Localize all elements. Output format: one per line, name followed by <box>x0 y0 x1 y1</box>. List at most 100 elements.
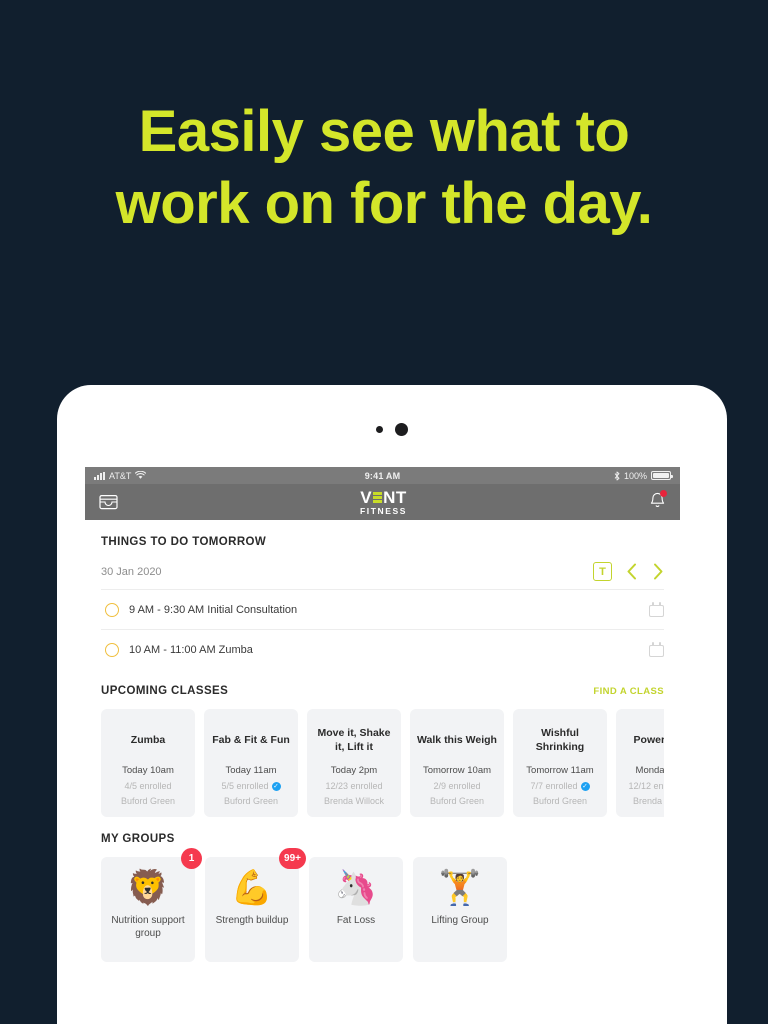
notifications-button[interactable] <box>649 489 667 514</box>
app-header-bar: V NT FITNESS <box>85 484 680 520</box>
bluetooth-icon <box>614 471 620 480</box>
group-card[interactable]: 🏋️ Lifting Group <box>413 857 507 962</box>
class-name: Move it, Shake it, Lift it <box>317 727 391 753</box>
todo-checkbox-icon[interactable] <box>105 602 119 617</box>
class-name: Zumba <box>130 733 166 746</box>
class-coach: Buford Green <box>532 796 588 806</box>
todo-item[interactable]: 9 AM - 9:30 AM Initial Consultation <box>101 589 664 629</box>
group-unread-badge: 1 <box>181 848 202 869</box>
logo-subtitle: FITNESS <box>359 505 408 516</box>
class-name: Power Hour <box>633 733 664 746</box>
class-coach: Buford Green <box>429 796 485 806</box>
class-enrollment: 12/23 enrolled <box>313 781 395 791</box>
chevron-right-icon[interactable] <box>652 563 664 580</box>
inbox-tray-icon[interactable] <box>99 494 118 510</box>
class-enrollment: 7/7 enrolled ✓ <box>519 781 601 791</box>
todo-item-label: 10 AM - 11:00 AM Zumba <box>129 643 253 656</box>
unicorn-emoji: 🦄 <box>334 869 378 907</box>
ambient-sensor-icon <box>376 426 383 433</box>
class-time: Tomorrow 11am <box>526 765 594 776</box>
class-enrollment-label: 12/23 enrolled <box>325 781 383 791</box>
todo-list: 9 AM - 9:30 AM Initial Consultation 10 A… <box>101 589 664 669</box>
class-card[interactable]: Fab & Fit & Fun Today 11am 5/5 enrolled … <box>204 709 298 817</box>
class-card[interactable]: Zumba Today 10am 4/5 enrolled Buford Gre… <box>101 709 195 817</box>
class-enrollment: 4/5 enrolled <box>107 781 189 791</box>
tablet-device-frame: AT&T 9:41 AM 100% V NT FITNESS THINGS TO… <box>57 385 727 1024</box>
chevron-left-icon[interactable] <box>626 563 638 580</box>
group-unread-badge: 99+ <box>279 848 306 869</box>
flexed-biceps-emoji: 💪 <box>230 869 274 907</box>
group-label: Nutrition support group <box>111 915 185 939</box>
vent-fitness-logo: V NT FITNESS <box>360 489 407 516</box>
class-time: Today 11am <box>225 765 277 776</box>
front-camera-icon <box>395 423 408 436</box>
group-card[interactable]: 99+ 💪 Strength buildup <box>205 848 306 962</box>
group-card[interactable]: 1 🦁 Nutrition support group <box>101 848 202 962</box>
promo-headline: Easily see what to work on for the day. <box>0 96 768 240</box>
battery-full-icon <box>651 471 674 480</box>
class-enrollment: 5/5 enrolled ✓ <box>210 781 292 791</box>
group-label: Lifting Group <box>431 915 489 926</box>
group-label: Fat Loss <box>336 915 376 926</box>
groups-section-title: MY GROUPS <box>101 833 175 845</box>
todo-date-label: 30 Jan 2020 <box>101 565 162 578</box>
class-enrollment-label: 4/5 enrolled <box>124 781 172 791</box>
battery-percent-label: 100% <box>623 470 648 481</box>
class-enrollment-label: 5/5 enrolled <box>221 781 269 791</box>
todo-item[interactable]: 10 AM - 11:00 AM Zumba <box>101 629 664 669</box>
promo-headline-line-1: Easily see what to <box>138 99 630 164</box>
class-name: Fab & Fit & Fun <box>212 733 290 746</box>
classes-section-title: UPCOMING CLASSES <box>101 685 229 697</box>
logo-wordmark: V NT <box>360 489 407 506</box>
status-bar: AT&T 9:41 AM 100% <box>85 467 680 484</box>
class-time: Today 2pm <box>330 765 378 776</box>
carrier-label: AT&T <box>109 470 132 481</box>
wifi-icon <box>135 471 147 479</box>
class-enrollment-label: 12/12 enrolled <box>628 781 664 791</box>
class-time: Tomorrow 10am <box>422 765 492 776</box>
todo-checkbox-icon[interactable] <box>105 642 119 657</box>
device-sensor-group <box>57 423 727 436</box>
weightlifter-emoji: 🏋️ <box>438 869 482 907</box>
class-coach: Buford Green <box>223 796 279 806</box>
promo-headline-line-2: work on for the day. <box>115 170 653 236</box>
class-time: Monday 2pm <box>635 765 664 776</box>
find-a-class-link[interactable]: FIND A CLASS <box>593 670 664 697</box>
class-enrollment-label: 7/7 enrolled <box>530 781 578 791</box>
calendar-icon[interactable] <box>649 642 664 657</box>
todo-date-row: 30 Jan 2020 T <box>101 562 664 589</box>
class-card[interactable]: Walk this Weigh Tomorrow 10am 2/9 enroll… <box>410 709 504 817</box>
todo-date-controls: T <box>593 562 664 581</box>
class-card[interactable]: Wishful Shrinking Tomorrow 11am 7/7 enro… <box>513 709 607 817</box>
group-label: Strength buildup <box>215 915 289 926</box>
group-card[interactable]: 🦄 Fat Loss <box>309 857 403 962</box>
class-enrollment-label: 2/9 enrolled <box>433 781 481 791</box>
lion-emoji: 🦁 <box>126 869 170 907</box>
class-enrollment: 2/9 enrolled <box>416 781 498 791</box>
verified-check-icon: ✓ <box>580 781 590 791</box>
classes-section-header: UPCOMING CLASSES FIND A CLASS <box>101 669 664 697</box>
verified-check-icon: ✓ <box>271 781 281 791</box>
logo-letter-v: V <box>360 487 373 507</box>
signal-bars-icon <box>94 471 105 480</box>
classes-carousel[interactable]: Zumba Today 10am 4/5 enrolled Buford Gre… <box>101 709 664 817</box>
class-enrollment: 12/12 enrolled ✓ <box>622 781 664 791</box>
groups-carousel[interactable]: 1 🦁 Nutrition support group 99+ 💪 Streng… <box>101 848 664 962</box>
calendar-icon[interactable] <box>649 602 664 617</box>
class-card[interactable]: Move it, Shake it, Lift it Today 2pm 12/… <box>307 709 401 817</box>
class-name: Walk this Weigh <box>417 733 497 746</box>
clock-label: 9:41 AM <box>364 470 401 481</box>
class-coach: Buford Green <box>120 796 176 806</box>
todo-item-label: 9 AM - 9:30 AM Initial Consultation <box>129 603 298 616</box>
todo-section-title: THINGS TO DO TOMORROW <box>101 536 267 548</box>
class-coach: Brenda Willock <box>323 796 385 806</box>
class-card[interactable]: Power Hour Monday 2pm 12/12 enrolled ✓ B… <box>616 709 664 817</box>
logo-letter-e-bars-icon <box>373 492 383 503</box>
logo-letters-nt: NT <box>383 487 407 507</box>
today-button[interactable]: T <box>593 562 612 581</box>
notification-badge-dot <box>660 489 667 497</box>
class-coach: Brenda Willock <box>632 796 664 806</box>
class-name: Wishful Shrinking <box>535 727 585 753</box>
app-content: THINGS TO DO TOMORROW 30 Jan 2020 T 9 AM <box>85 520 680 962</box>
class-time: Today 10am <box>122 765 174 776</box>
